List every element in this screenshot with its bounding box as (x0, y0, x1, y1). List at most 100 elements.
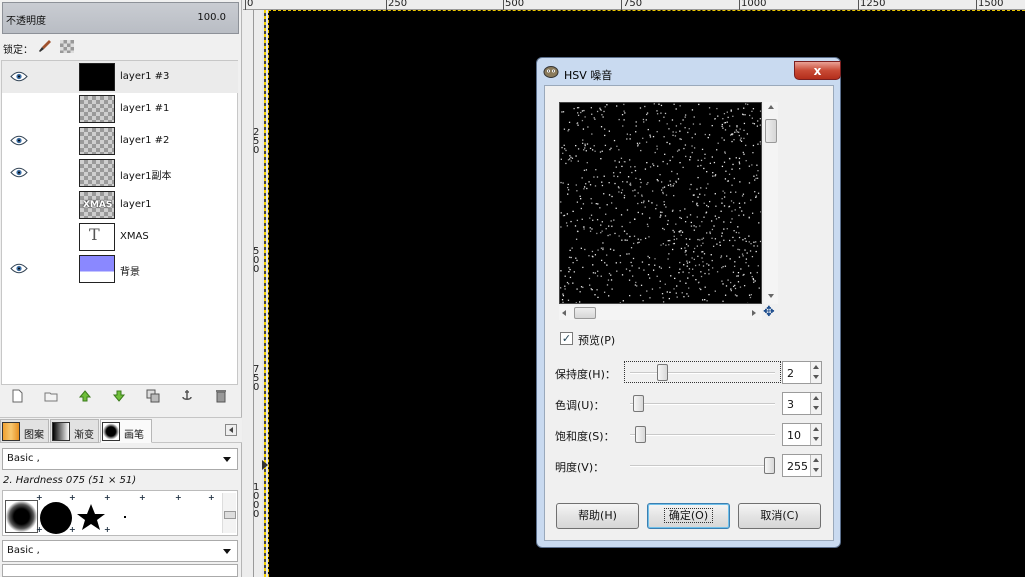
slider-label: 饱和度(S)： (555, 430, 615, 443)
opacity-value: 100.0 (197, 12, 226, 23)
brush-hardness-075[interactable] (5, 500, 38, 533)
plus-icon: + (36, 493, 43, 502)
lock-pixels-icon[interactable] (38, 39, 52, 53)
navigate-icon[interactable]: ✥ (763, 305, 775, 319)
slider-row: 保持度(H)： 2 (555, 361, 830, 385)
dock-tabs: 图案 渐变 画笔 (0, 417, 242, 443)
layer-row[interactable]: XMAS layer1 (2, 189, 238, 221)
slider-label: 色调(U)： (555, 399, 605, 412)
layer-row[interactable]: T XMAS (2, 221, 238, 253)
value-spinbox[interactable]: 10 (782, 423, 822, 446)
preview-vscroll-thumb[interactable] (765, 119, 777, 143)
cancel-button[interactable]: 取消(C) (738, 503, 821, 529)
cancel-button-label: 取消(C) (760, 509, 799, 522)
tab-gradients[interactable]: 渐变 (50, 419, 99, 443)
brush-grid-scrollbar[interactable] (222, 493, 236, 533)
new-layer-group-icon[interactable] (44, 389, 58, 403)
chevron-down-icon (223, 457, 231, 462)
raise-layer-icon[interactable] (78, 389, 92, 403)
eye-icon[interactable] (10, 135, 28, 146)
brush-tag-filter-2-value: Basic , (7, 545, 40, 556)
slider-thumb[interactable] (657, 364, 668, 381)
brush-star[interactable] (76, 503, 106, 531)
tab-menu-icon[interactable] (225, 424, 237, 436)
layer-thumbnail (79, 255, 115, 283)
slider-thumb[interactable] (633, 395, 644, 412)
layer-row[interactable]: layer1 #3 (2, 61, 238, 93)
scroll-right-icon[interactable] (752, 310, 756, 316)
slider-track[interactable] (630, 403, 775, 405)
eye-icon[interactable] (10, 263, 28, 274)
opacity-slider[interactable]: 不透明度 100.0 (2, 2, 239, 34)
layer-thumbnail: XMAS (79, 191, 115, 219)
spinbox-value: 255 (787, 460, 808, 473)
layer-row[interactable]: layer1副本 (2, 157, 238, 189)
scroll-down-icon[interactable] (768, 294, 774, 298)
brush-tag-filter-value: Basic , (7, 453, 40, 464)
close-icon: x (813, 64, 822, 78)
tag-entry[interactable] (2, 564, 238, 577)
layer-name: layer1 #2 (120, 135, 170, 146)
ruler-tick (386, 0, 387, 10)
preview-hscroll-thumb[interactable] (574, 307, 596, 319)
eye-icon[interactable] (10, 71, 28, 82)
delete-layer-icon[interactable] (214, 389, 228, 403)
new-layer-icon[interactable] (10, 389, 24, 403)
slider-track[interactable] (630, 465, 775, 467)
brush-grid-scroll-thumb[interactable] (224, 511, 236, 519)
plus-icon: + (175, 493, 182, 502)
ruler-tick (245, 0, 246, 10)
tab-patterns[interactable]: 图案 (0, 419, 49, 443)
brush-circle[interactable] (40, 502, 72, 534)
scroll-up-icon[interactable] (768, 105, 774, 109)
value-spinbox[interactable]: 2 (782, 361, 822, 384)
slider-label: 保持度(H)： (555, 368, 616, 381)
layer-row[interactable]: layer1 #2 (2, 125, 238, 157)
ruler-tick-label: 500 (505, 0, 525, 9)
duplicate-layer-icon[interactable] (146, 389, 160, 403)
ruler-tick-label: 1250 (860, 0, 886, 9)
layer-list: layer1 #3 layer1 #1 layer1 #2 layer1副本 XMAS l… (1, 60, 238, 385)
noise-preview[interactable] (559, 102, 762, 304)
spin-arrows-icon[interactable] (810, 393, 821, 414)
slider-label: 明度(V)： (555, 461, 605, 474)
slider-thumb[interactable] (635, 426, 646, 443)
layer-row[interactable]: layer1 #1 (2, 93, 238, 125)
value-spinbox[interactable]: 255 (782, 454, 822, 477)
slider-track[interactable] (630, 434, 775, 436)
ruler-tick-label: 1000 (741, 0, 767, 9)
scroll-left-icon[interactable] (562, 310, 566, 316)
layer-thumbnail (79, 95, 115, 123)
ruler-tick-label: 1 0 0 0 (253, 482, 260, 520)
slider-thumb[interactable] (764, 457, 775, 474)
horizontal-ruler[interactable]: 0 250 500 750 1000 1250 1500 (243, 0, 1025, 10)
close-button[interactable]: x (794, 61, 841, 80)
layer-name: layer1 #1 (120, 103, 170, 114)
lock-alpha-icon[interactable] (60, 40, 74, 53)
help-button[interactable]: 帮助(H) (556, 503, 639, 529)
slider-row: 色调(U)： 3 (555, 392, 830, 416)
layer-row[interactable]: 背景 (2, 253, 238, 285)
lower-layer-icon[interactable] (112, 389, 126, 403)
spin-arrows-icon[interactable] (810, 362, 821, 383)
value-spinbox[interactable]: 3 (782, 392, 822, 415)
slider-track[interactable] (630, 372, 775, 374)
layer-thumbnail (79, 127, 115, 155)
preview-label[interactable]: 预览(P) (578, 332, 615, 348)
preview-checkbox[interactable]: ✓ (560, 332, 573, 345)
dialog-titlebar[interactable]: HSV 噪音 x (543, 61, 841, 83)
preview-vertical-scrollbar[interactable] (764, 102, 778, 304)
spin-arrows-icon[interactable] (810, 424, 821, 445)
spin-arrows-icon[interactable] (810, 455, 821, 476)
brush-pixel[interactable] (124, 516, 126, 518)
layer-thumbnail (79, 159, 115, 187)
ruler-tick-label: 250 (388, 0, 408, 9)
brush-tag-filter-2[interactable]: Basic , (2, 540, 238, 562)
preview-horizontal-scrollbar[interactable] (559, 306, 762, 320)
anchor-layer-icon[interactable] (180, 389, 194, 403)
eye-icon[interactable] (10, 167, 28, 178)
brush-tag-filter[interactable]: Basic , (2, 448, 238, 470)
canvas-nav-arrow-icon[interactable] (262, 460, 268, 470)
ok-button[interactable]: 确定(O) (647, 503, 730, 529)
tab-brushes[interactable]: 画笔 (100, 419, 152, 443)
